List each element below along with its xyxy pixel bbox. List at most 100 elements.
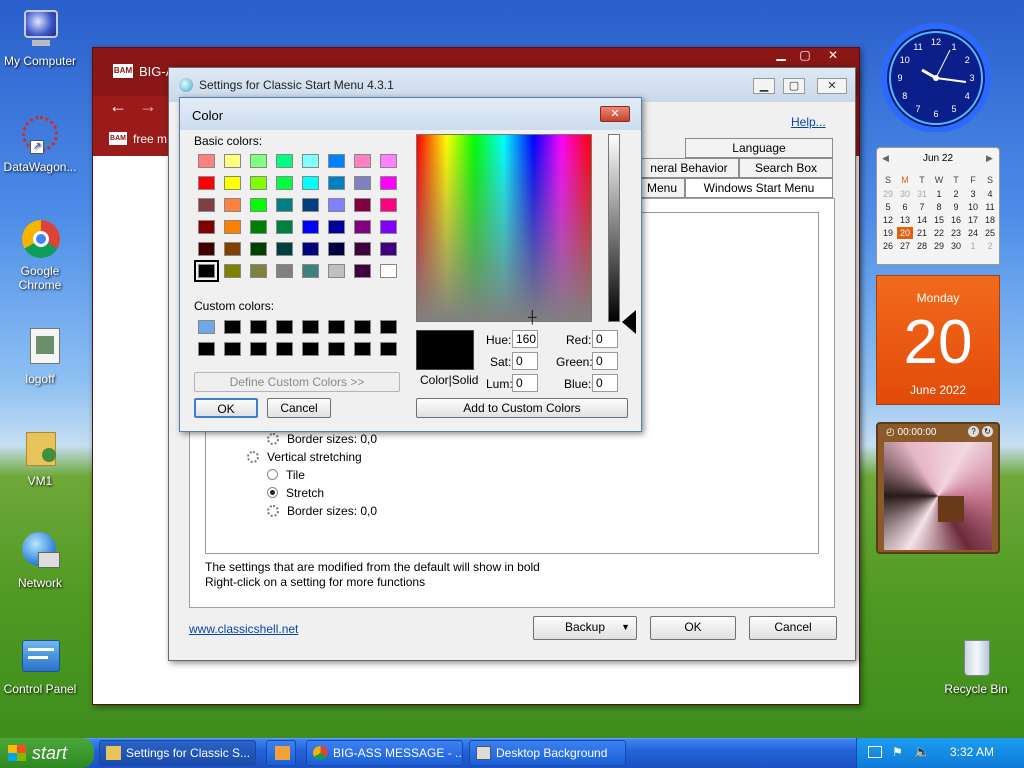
basic-color-swatch[interactable] xyxy=(354,198,371,212)
maximize-icon[interactable]: ▢ xyxy=(783,78,805,94)
basic-color-swatch[interactable] xyxy=(354,264,371,278)
basic-color-swatch[interactable] xyxy=(302,198,319,212)
radio-stretch[interactable] xyxy=(267,487,278,498)
flag-tray-icon[interactable]: ⚑ xyxy=(892,745,903,759)
taskbar-item-desktop-background[interactable]: Desktop Background xyxy=(469,740,626,766)
help-icon[interactable]: ? xyxy=(968,426,979,437)
basic-color-swatch[interactable] xyxy=(354,242,371,256)
desktop-icon-recycle-bin[interactable]: Recycle Bin xyxy=(936,636,1016,696)
basic-color-swatch[interactable] xyxy=(328,154,345,168)
basic-color-swatch[interactable] xyxy=(302,264,319,278)
basic-color-swatch[interactable] xyxy=(328,176,345,190)
custom-color-swatch[interactable] xyxy=(250,342,267,356)
custom-color-swatch[interactable] xyxy=(224,342,241,356)
minimize-icon[interactable]: ▁ xyxy=(771,48,791,62)
tab-search-box[interactable]: Search Box xyxy=(739,158,833,178)
define-custom-colors-button[interactable]: Define Custom Colors >> xyxy=(194,372,400,392)
luminance-arrow-icon[interactable] xyxy=(622,310,636,334)
basic-color-swatch[interactable] xyxy=(276,220,293,234)
taskbar-item-settings[interactable]: Settings for Classic S... xyxy=(99,740,256,766)
calendar-day[interactable]: 1 xyxy=(965,240,981,252)
calendar-day[interactable]: 17 xyxy=(965,214,981,226)
settings-cancel-button[interactable]: Cancel xyxy=(749,616,837,640)
calendar-day[interactable]: 29 xyxy=(880,188,896,200)
basic-color-swatch[interactable] xyxy=(250,264,267,278)
custom-color-swatch[interactable] xyxy=(198,320,215,334)
calendar-day[interactable]: 2 xyxy=(948,188,964,200)
radio-tile[interactable] xyxy=(267,469,278,480)
basic-color-swatch[interactable] xyxy=(224,242,241,256)
desktop-icon-google-chrome[interactable]: Google Chrome xyxy=(0,218,80,292)
tab-windows-start-menu[interactable]: Windows Start Menu xyxy=(685,178,833,198)
calendar-day[interactable]: 4 xyxy=(982,188,998,200)
tab-menu[interactable]: Menu xyxy=(639,178,685,198)
tree-item-tile[interactable]: Tile xyxy=(267,468,305,482)
basic-color-swatch[interactable] xyxy=(198,154,215,168)
basic-color-swatch[interactable] xyxy=(224,176,241,190)
classicshell-website-link[interactable]: www.classicshell.net xyxy=(189,622,298,636)
calendar-day[interactable]: 27 xyxy=(897,240,913,252)
taskbar-item-big-ass-message[interactable]: BIG-ASS MESSAGE - ... xyxy=(306,740,463,766)
calendar-day[interactable]: 25 xyxy=(982,227,998,239)
basic-color-swatch[interactable] xyxy=(380,220,397,234)
shuffle-icon[interactable]: ↻ xyxy=(982,426,993,437)
basic-color-swatch[interactable] xyxy=(276,154,293,168)
custom-color-swatch[interactable] xyxy=(276,342,293,356)
basic-color-swatch[interactable] xyxy=(302,242,319,256)
desktop-icon-control-panel[interactable]: Control Panel xyxy=(0,636,80,696)
settings-ok-button[interactable]: OK xyxy=(650,616,736,640)
basic-color-swatch[interactable] xyxy=(302,154,319,168)
blue-input[interactable]: 0 xyxy=(592,374,618,392)
desktop-icon-network[interactable]: Network xyxy=(0,530,80,590)
calendar-day[interactable]: 6 xyxy=(897,201,913,213)
calendar-day[interactable]: 7 xyxy=(914,201,930,213)
custom-color-swatch[interactable] xyxy=(328,320,345,334)
calendar-day[interactable]: 30 xyxy=(948,240,964,252)
basic-color-swatch[interactable] xyxy=(380,264,397,278)
close-icon[interactable]: ✕ xyxy=(817,78,847,94)
basic-color-swatch[interactable] xyxy=(328,264,345,278)
custom-color-swatch[interactable] xyxy=(354,342,371,356)
calendar-day[interactable]: 22 xyxy=(931,227,947,239)
calendar-day[interactable]: 3 xyxy=(965,188,981,200)
basic-color-swatch[interactable] xyxy=(198,220,215,234)
green-input[interactable]: 0 xyxy=(592,352,618,370)
calendar-day[interactable]: 14 xyxy=(914,214,930,226)
tree-item-vertical-stretching[interactable]: Vertical stretching xyxy=(247,450,362,464)
custom-color-swatch[interactable] xyxy=(302,320,319,334)
custom-color-swatch[interactable] xyxy=(328,342,345,356)
basic-color-swatch[interactable] xyxy=(224,220,241,234)
taskbar-item-media[interactable] xyxy=(266,740,296,766)
maximize-icon[interactable]: ▢ xyxy=(795,48,815,62)
calendar-day[interactable]: 29 xyxy=(931,240,947,252)
basic-color-swatch[interactable] xyxy=(198,198,215,212)
calendar-day[interactable]: 1 xyxy=(931,188,947,200)
red-input[interactable]: 0 xyxy=(592,330,618,348)
basic-color-swatch[interactable] xyxy=(224,264,241,278)
start-button[interactable]: start xyxy=(0,738,94,768)
forward-arrow-icon[interactable]: → xyxy=(139,96,157,117)
basic-color-swatch[interactable] xyxy=(380,176,397,190)
backup-button[interactable]: Backup ▼ xyxy=(533,616,637,640)
hue-input[interactable]: 160 xyxy=(512,330,538,348)
basic-color-swatch[interactable] xyxy=(250,242,267,256)
desktop-icon-datawagon[interactable]: ↗ DataWagon... xyxy=(0,114,80,174)
calendar-day[interactable]: 16 xyxy=(948,214,964,226)
volume-tray-icon[interactable]: 🔈 xyxy=(914,744,930,760)
tab-language[interactable]: Language xyxy=(685,138,833,158)
basic-color-swatch[interactable] xyxy=(380,154,397,168)
basic-color-swatch[interactable] xyxy=(328,220,345,234)
basic-color-swatch[interactable] xyxy=(380,198,397,212)
basic-color-swatch[interactable] xyxy=(302,220,319,234)
basic-color-swatch[interactable] xyxy=(380,242,397,256)
calendar-day[interactable]: 13 xyxy=(897,214,913,226)
calendar-day[interactable]: 24 xyxy=(965,227,981,239)
taskbar-clock[interactable]: 3:32 AM xyxy=(950,745,994,759)
basic-color-swatch[interactable] xyxy=(354,220,371,234)
basic-color-swatch[interactable] xyxy=(354,154,371,168)
calendar-day[interactable]: 2 xyxy=(982,240,998,252)
basic-color-swatch[interactable] xyxy=(250,176,267,190)
color-dialog[interactable]: Color ✕ Basic colors: Custom colors: Def… xyxy=(179,97,642,432)
chevron-right-icon[interactable]: ▶ xyxy=(986,153,993,164)
custom-color-swatch[interactable] xyxy=(302,342,319,356)
